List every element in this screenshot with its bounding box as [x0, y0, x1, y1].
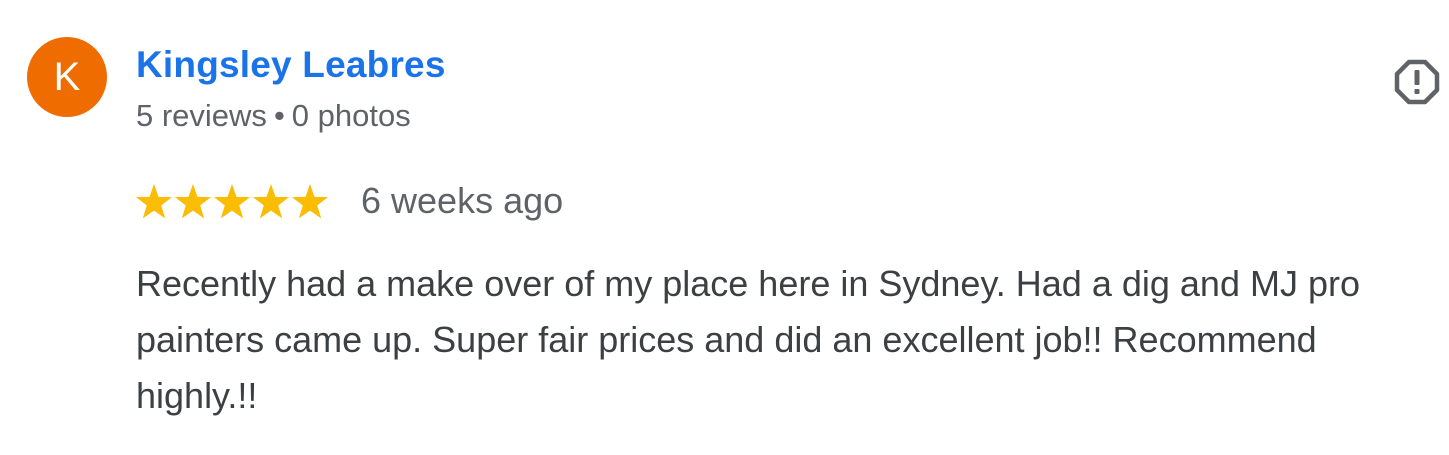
star-rating	[136, 184, 329, 219]
star-icon	[213, 184, 251, 219]
report-review-button[interactable]	[1394, 59, 1440, 105]
review-count: 5 reviews	[136, 98, 267, 133]
reviewer-name-link[interactable]: Kingsley Leabres	[136, 44, 446, 86]
report-flag-icon	[1394, 59, 1440, 105]
meta-separator: •	[273, 98, 285, 133]
avatar[interactable]: K	[27, 37, 107, 117]
star-icon	[136, 184, 173, 219]
star-icon	[252, 184, 290, 219]
review-card: K Kingsley Leabres 5 reviews • 0 photos 6 …	[0, 0, 1449, 455]
reviewer-meta: 5 reviews • 0 photos	[136, 98, 411, 134]
review-text: Recently had a make over of my place her…	[136, 263, 1360, 416]
star-icon	[174, 184, 212, 219]
review-date: 6 weeks ago	[361, 180, 564, 221]
star-icon	[291, 184, 329, 219]
avatar-initial: K	[53, 55, 81, 99]
photo-count: 0 photos	[291, 98, 411, 133]
